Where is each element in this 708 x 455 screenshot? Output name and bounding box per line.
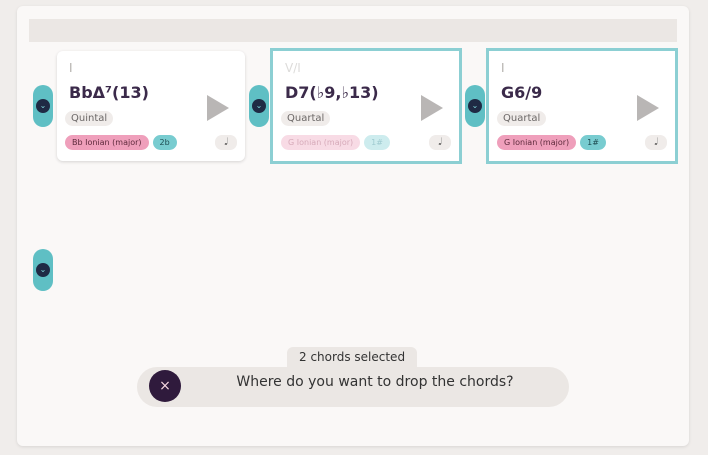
voicing-badge[interactable]: Quartal [497,111,547,126]
voicing-badge[interactable]: Quartal [281,111,331,126]
scale-tag[interactable]: G Ionian (major) [281,135,361,150]
insert-chord-button[interactable]: ⌄ [33,85,53,127]
chord-tags: G Ionian (major) 1# [281,135,390,150]
chevron-down-icon: ⌄ [36,263,50,277]
insert-chord-button[interactable]: ⌄ [249,85,269,127]
progression-header-bar [29,19,677,42]
roman-numeral: I [501,61,505,75]
cancel-selection-button[interactable]: × [149,370,181,402]
chevron-down-icon: ⌄ [468,99,482,113]
selection-count-label: 2 chords selected [287,347,418,367]
voicing-badge[interactable]: Quintal [65,111,114,126]
chord-name: G6/9 [501,83,543,102]
accidentals-tag[interactable]: 2b [152,135,177,150]
chord-name: BbΔ⁷(13) [69,83,149,102]
play-icon[interactable] [207,95,229,121]
insert-chord-button[interactable]: ⌄ [33,249,53,291]
chord-tags: Bb Ionian (major) 2b [65,135,177,150]
scale-tag[interactable]: Bb Ionian (major) [65,135,149,150]
half-note-icon[interactable]: 𝅗𝅥 [429,135,451,150]
scale-tag[interactable]: G Ionian (major) [497,135,577,150]
roman-numeral: V/I [285,61,301,75]
accidentals-tag[interactable]: 1# [364,135,390,150]
play-icon[interactable] [637,95,659,121]
close-icon: × [159,378,171,394]
play-icon[interactable] [421,95,443,121]
chevron-down-icon: ⌄ [252,99,266,113]
chord-card[interactable]: I BbΔ⁷(13) Quintal Bb Ionian (major) 2b … [57,51,245,161]
half-note-icon[interactable]: 𝅗𝅥 [215,135,237,150]
chevron-down-icon: ⌄ [36,99,50,113]
drop-prompt-text: Where do you want to drop the chords? [236,374,514,390]
roman-numeral: I [69,61,73,75]
half-note-icon[interactable]: 𝅗𝅥 [645,135,667,150]
chord-card-selected[interactable]: V/I D7(♭9,♭13) Quartal G Ionian (major) … [270,48,462,164]
accidentals-tag[interactable]: 1# [580,135,606,150]
chord-tags: G Ionian (major) 1# [497,135,606,150]
insert-chord-button[interactable]: ⌄ [465,85,485,127]
chord-name: D7(♭9,♭13) [285,83,379,102]
chord-card-selected[interactable]: I G6/9 Quartal G Ionian (major) 1# 𝅗𝅥 [486,48,678,164]
